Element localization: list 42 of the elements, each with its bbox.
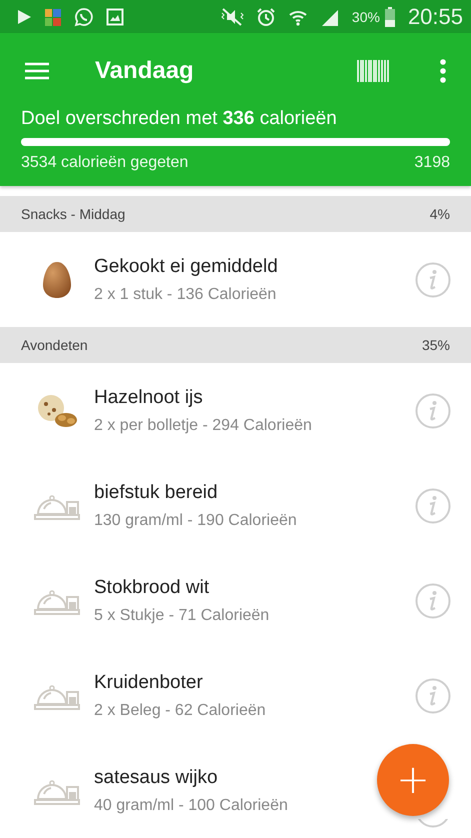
food-name: Hazelnoot ijs: [94, 386, 204, 408]
mute-icon: [220, 8, 244, 26]
info-icon[interactable]: [415, 582, 451, 618]
info-icon[interactable]: [415, 819, 451, 828]
food-detail: 2 x 1 stuk - 136 Calorieën: [94, 286, 278, 304]
food-name: Stokbrood wit: [94, 576, 210, 598]
barcode-icon[interactable]: [357, 60, 389, 82]
eaten-calories: 3534 calorieën gegeten: [21, 154, 188, 172]
food-detail: 5 x Stukje - 71 Calorieën: [94, 606, 270, 624]
section-title: Snacks - Middag: [21, 206, 126, 222]
food-name: biefstuk bereid: [94, 482, 219, 504]
info-icon[interactable]: [415, 392, 451, 428]
section-title: Avondeten: [21, 337, 88, 353]
add-button[interactable]: +: [377, 744, 449, 816]
calorie-goal: 3198: [414, 154, 450, 172]
battery-icon: [384, 6, 396, 26]
play-icon: [16, 8, 32, 24]
goal-message: Doel overschreden met 336 calorieën: [21, 108, 338, 130]
more-options-icon[interactable]: [439, 58, 447, 82]
section-percentage: 35%: [422, 337, 450, 353]
egg-icon: [42, 260, 72, 298]
food-detail: 40 gram/ml - 100 Calorieën: [94, 796, 289, 814]
menu-icon[interactable]: [24, 60, 50, 80]
info-icon[interactable]: [415, 488, 451, 524]
food-name: Kruidenboter: [94, 672, 204, 694]
battery-percentage: 30%: [352, 8, 380, 24]
app-icon: [44, 6, 62, 26]
signal-icon: [320, 8, 340, 26]
ice-cream-icon: [35, 392, 79, 428]
chat-icon: [74, 6, 94, 26]
food-detail: 130 gram/ml - 190 Calorieën: [94, 512, 298, 530]
info-icon[interactable]: [415, 262, 451, 298]
section-percentage: 4%: [430, 206, 450, 222]
clock-time: 20:55: [408, 4, 463, 30]
alarm-icon: [256, 6, 276, 26]
info-icon[interactable]: [415, 678, 451, 714]
page-title: Vandaag: [95, 56, 195, 84]
food-name: satesaus wijko: [94, 766, 219, 788]
food-detail: 2 x Beleg - 62 Calorieën: [94, 702, 267, 720]
food-name: Gekookt ei gemiddeld: [94, 256, 279, 278]
image-icon: [106, 8, 124, 26]
food-detail: 2 x per bolletje - 294 Calorieën: [94, 416, 313, 434]
